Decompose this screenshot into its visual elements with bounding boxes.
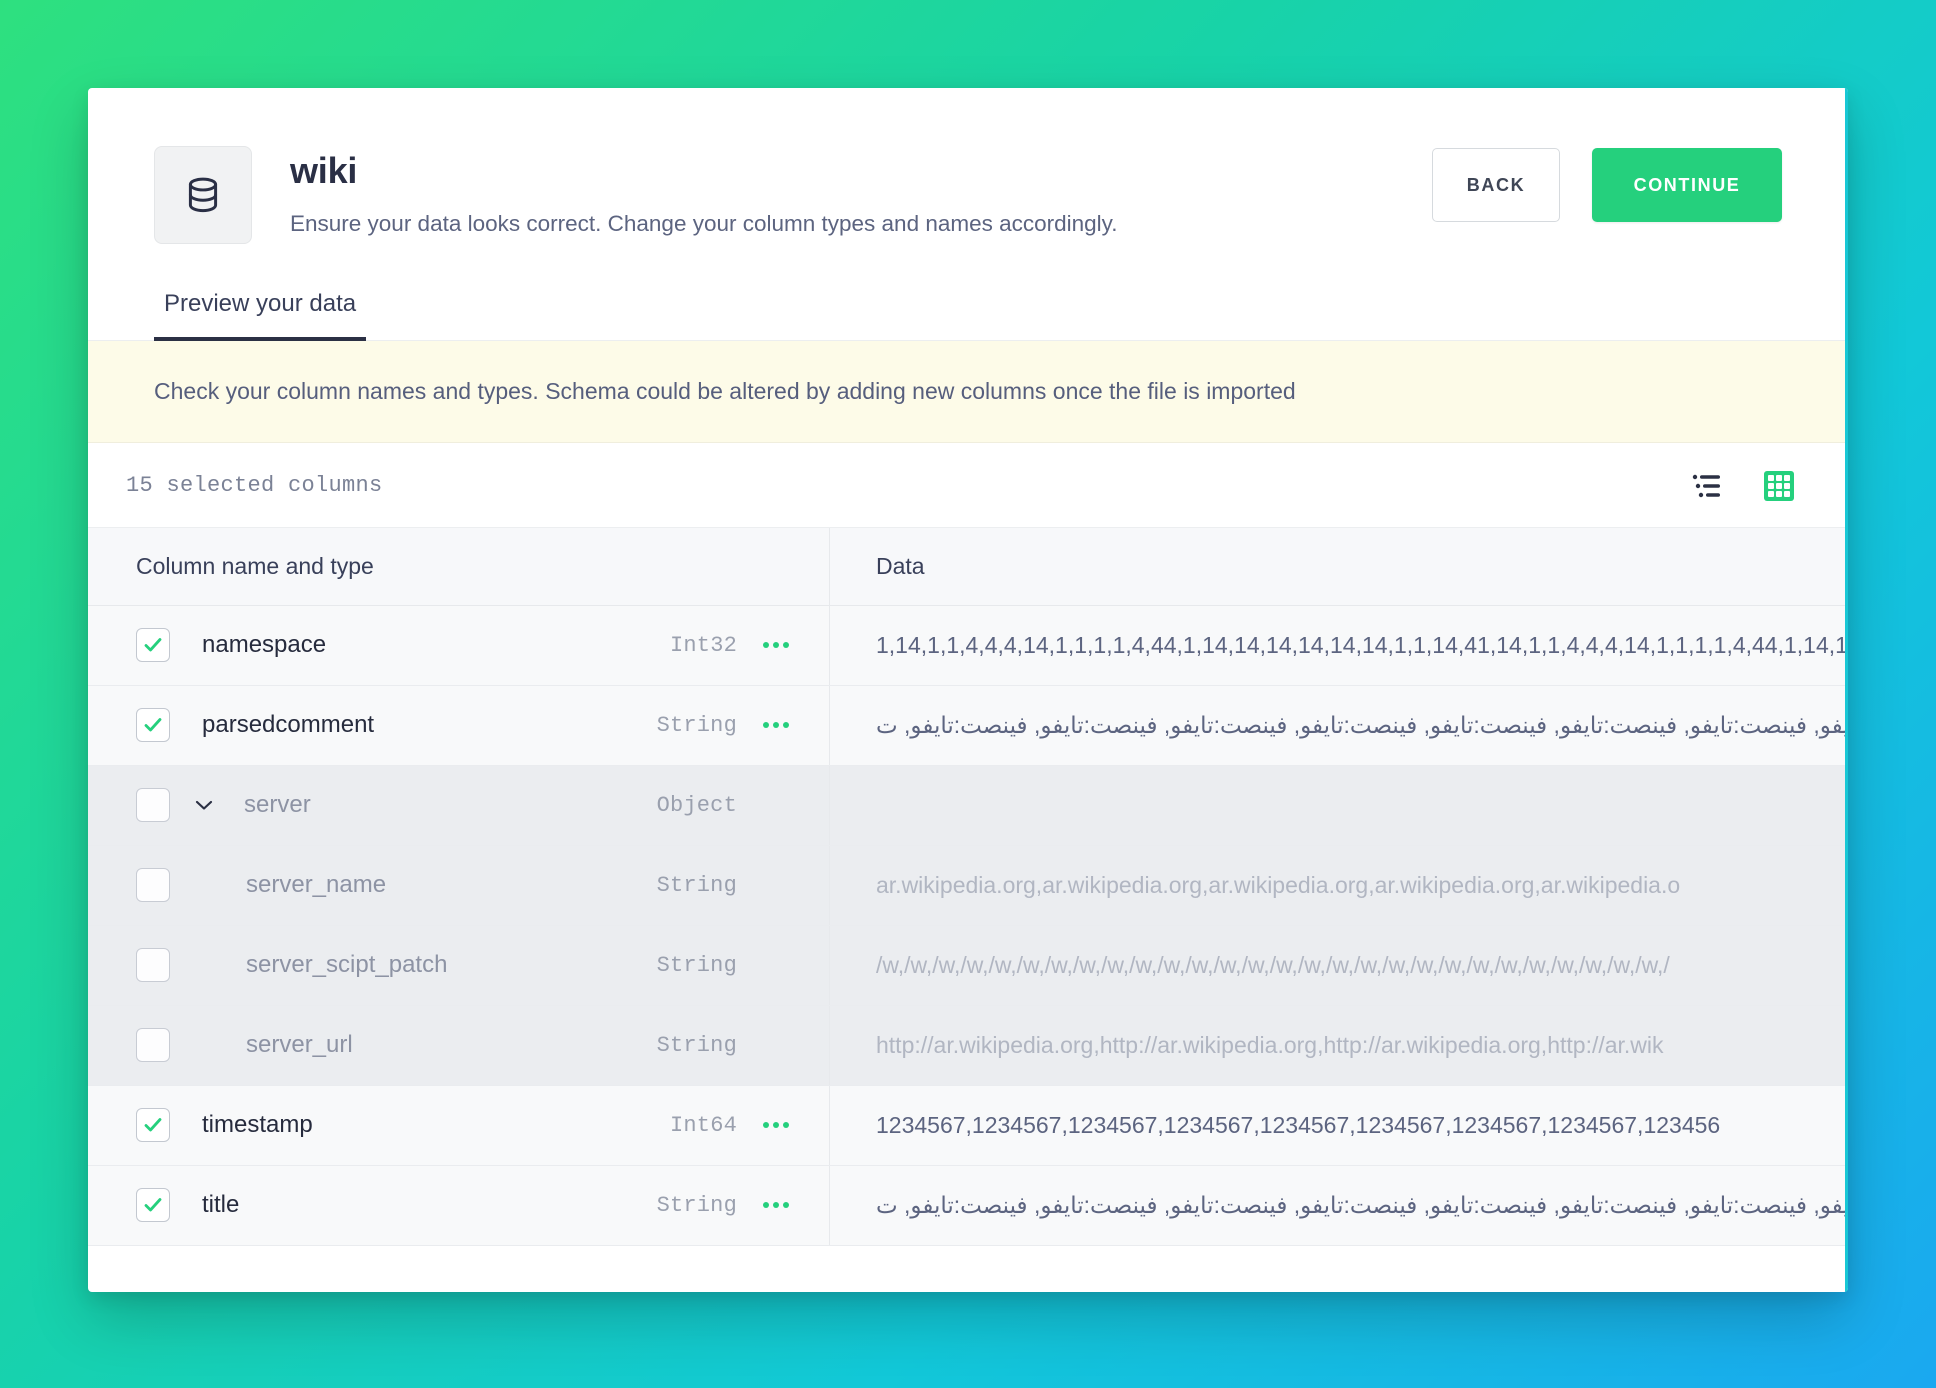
- column-name-label: server_scipt_patch: [246, 951, 448, 979]
- database-icon: [154, 146, 252, 244]
- horizontal-scroll-edge[interactable]: [1845, 88, 1848, 1292]
- table-toolbar: 15 selected columns: [88, 442, 1848, 527]
- column-name-label: namespace: [202, 631, 327, 659]
- chevron-down-icon[interactable]: [194, 798, 214, 812]
- column-data-preview: فينصت:تايفو, فينصت:تايفو, فينصت:تايفو, ف…: [876, 711, 1848, 738]
- view-toggle-group: [1690, 469, 1796, 503]
- table-row[interactable]: server_url String http://ar.wikipedia.org,…: [88, 1005, 1848, 1086]
- column-data-preview: 1234567,1234567,1234567,1234567,1234567,…: [876, 1111, 1721, 1138]
- table-row[interactable]: title String فينصت:تايفو, فينصت:تايفو, فين…: [88, 1165, 1848, 1246]
- page-title: wiki: [290, 150, 358, 191]
- header-text-block: wiki Ensure your data looks correct. Cha…: [290, 146, 1118, 239]
- selected-columns-count: 15 selected columns: [126, 473, 383, 499]
- header-data: Data: [876, 552, 925, 579]
- column-type-label: Object: [656, 792, 737, 818]
- column-name-label: server_name: [246, 871, 387, 899]
- column-type-label: String: [656, 1192, 737, 1218]
- column-data-cell: 1,14,1,1,4,4,4,14,1,1,1,1,4,44,1,14,14,1…: [830, 606, 1848, 685]
- column-name-label: title: [202, 1191, 240, 1219]
- card-header: wiki Ensure your data looks correct. Cha…: [88, 88, 1848, 244]
- table-row[interactable]: server Object: [88, 765, 1848, 846]
- columns-table: Column name and type Data namespace Int32…: [88, 526, 1848, 1292]
- column-data-preview: 1,14,1,1,4,4,4,14,1,1,1,1,4,44,1,14,14,1…: [876, 631, 1848, 658]
- column-data-cell: 1234567,1234567,1234567,1234567,1234567,…: [830, 1086, 1848, 1165]
- column-data-preview: ar.wikipedia.org,ar.wikipedia.org,ar.wik…: [876, 871, 1681, 898]
- column-data-cell: فينصت:تايفو, فينصت:تايفو, فينصت:تايفو, ف…: [830, 1166, 1848, 1245]
- column-options-menu-icon[interactable]: [759, 722, 793, 729]
- column-name-cell: server Object: [88, 765, 830, 845]
- checkbox-checked[interactable]: [136, 1108, 170, 1143]
- column-data-cell: ar.wikipedia.org,ar.wikipedia.org,ar.wik…: [830, 846, 1848, 925]
- column-type-label: String: [656, 712, 737, 738]
- column-name-cell: server_scipt_patch String: [88, 925, 830, 1005]
- column-name-label: timestamp: [202, 1111, 313, 1139]
- column-type-label: String: [656, 872, 737, 898]
- column-options-menu-icon[interactable]: [759, 1122, 793, 1129]
- checkbox-unchecked[interactable]: [136, 868, 170, 903]
- column-data-cell: فينصت:تايفو, فينصت:تايفو, فينصت:تايفو, ف…: [830, 686, 1848, 765]
- column-name-cell: server_url String: [88, 1005, 830, 1085]
- column-name-cell: timestamp Int64: [88, 1085, 830, 1165]
- table-row[interactable]: parsedcomment String فينصت:تايفو, فينصت:تا…: [88, 685, 1848, 766]
- table-row[interactable]: namespace Int32 1,14,1,1,4,4,4,14,1,1,1,1,…: [88, 605, 1848, 686]
- column-data-preview: /w,/w,/w,/w,/w,/w,/w,/w,/w,/w,/w,/w,/w,/…: [876, 951, 1670, 978]
- checkbox-unchecked[interactable]: [136, 948, 170, 983]
- schema-warning-banner: Check your column names and types. Schem…: [88, 341, 1848, 443]
- continue-button[interactable]: CONTINUE: [1592, 148, 1782, 222]
- column-type-label: String: [656, 952, 737, 978]
- checkbox-checked[interactable]: [136, 628, 170, 663]
- checkbox-checked[interactable]: [136, 708, 170, 743]
- tab-preview-your-data[interactable]: Preview your data: [154, 290, 367, 341]
- table-row[interactable]: server_name String ar.wikipedia.org,ar.wik…: [88, 845, 1848, 926]
- header-actions: BACK CONTINUE: [1432, 148, 1782, 222]
- grid-view-icon[interactable]: [1762, 469, 1796, 503]
- checkbox-checked[interactable]: [136, 1188, 170, 1223]
- column-name-label: server: [244, 791, 311, 819]
- column-data-cell: /w,/w,/w,/w,/w,/w,/w,/w,/w,/w,/w,/w,/w,/…: [830, 926, 1848, 1005]
- column-name-cell: namespace Int32: [88, 605, 830, 685]
- column-type-label: Int64: [669, 1112, 737, 1138]
- column-data-preview: http://ar.wikipedia.org,http://ar.wikipe…: [876, 1031, 1664, 1058]
- column-name-cell: parsedcomment String: [88, 685, 830, 765]
- import-wizard-card: wiki Ensure your data looks correct. Cha…: [88, 88, 1848, 1292]
- column-data-preview: فينصت:تايفو, فينصت:تايفو, فينصت:تايفو, ف…: [876, 1191, 1848, 1218]
- tab-bar: Preview your data: [88, 290, 1848, 341]
- column-options-menu-icon[interactable]: [759, 1202, 793, 1209]
- table-body: namespace Int32 1,14,1,1,4,4,4,14,1,1,1,1,…: [88, 605, 1848, 1246]
- page-subtitle: Ensure your data looks correct. Change y…: [290, 211, 1118, 237]
- column-name-label: parsedcomment: [202, 711, 375, 739]
- checkbox-unchecked[interactable]: [136, 1028, 170, 1063]
- column-data-cell: [830, 766, 1848, 845]
- table-header-row: Column name and type Data: [88, 527, 1848, 606]
- tree-list-icon[interactable]: [1690, 469, 1724, 503]
- column-data-cell: http://ar.wikipedia.org,http://ar.wikipe…: [830, 1006, 1848, 1085]
- column-type-label: String: [656, 1032, 737, 1058]
- back-button[interactable]: BACK: [1432, 148, 1560, 222]
- table-row[interactable]: server_scipt_patch String/w,/w,/w,/w,/w,/…: [88, 925, 1848, 1006]
- header-column-name-and-type: Column name and type: [88, 527, 830, 605]
- column-options-menu-icon[interactable]: [759, 642, 793, 649]
- column-type-label: Int32: [669, 632, 737, 658]
- checkbox-unchecked[interactable]: [136, 788, 170, 823]
- column-name-cell: title String: [88, 1165, 830, 1245]
- table-row[interactable]: timestamp Int64 1234567,1234567,1234567,12…: [88, 1085, 1848, 1166]
- column-name-label: server_url: [246, 1031, 353, 1059]
- column-name-cell: server_name String: [88, 845, 830, 925]
